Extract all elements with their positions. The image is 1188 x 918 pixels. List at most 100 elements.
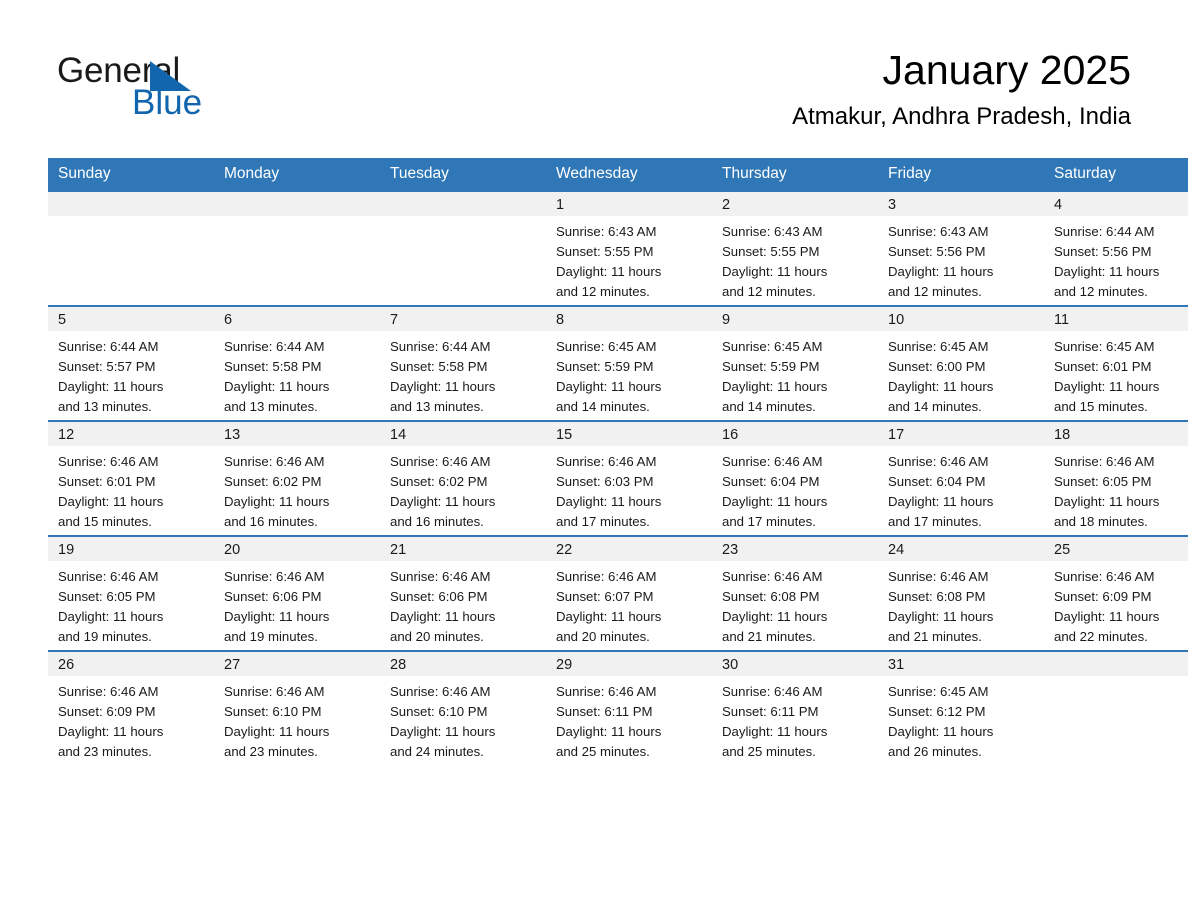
detail-line-daylight2: and 16 minutes. xyxy=(224,514,318,529)
day-number: 13 xyxy=(214,422,380,446)
detail-line-daylight1: Daylight: 11 hours xyxy=(556,379,662,394)
calendar-day-cell[interactable]: 15 Sunrise: 6:46 AM Sunset: 6:03 PM Dayligh… xyxy=(546,420,712,536)
column-header-tuesday: Tuesday xyxy=(380,158,546,192)
day-cell-details: Sunrise: 6:46 AM Sunset: 6:02 PM Daylight:… xyxy=(380,446,546,532)
detail-line-sunrise: Sunrise: 6:43 AM xyxy=(888,224,989,239)
calendar-day-cell[interactable]: 1 Sunrise: 6:43 AM Sunset: 5:55 PM Daylight… xyxy=(546,192,712,306)
day-cell-inner: 6 Sunrise: 6:44 AM Sunset: 5:58 PM Daylight… xyxy=(214,307,380,420)
day-number: 18 xyxy=(1044,422,1188,446)
calendar-day-cell[interactable]: 3 Sunrise: 6:43 AM Sunset: 5:56 PM Daylight… xyxy=(878,192,1044,306)
detail-line-daylight1: Daylight: 11 hours xyxy=(888,379,994,394)
calendar-day-cell[interactable]: 9 Sunrise: 6:45 AM Sunset: 5:59 PM Daylight… xyxy=(712,305,878,421)
calendar-day-cell-empty xyxy=(214,192,380,306)
calendar-day-cell[interactable]: 7 Sunrise: 6:44 AM Sunset: 5:58 PM Daylight… xyxy=(380,305,546,421)
detail-line-sunrise: Sunrise: 6:45 AM xyxy=(888,339,989,354)
detail-line-daylight2: and 15 minutes. xyxy=(1054,399,1148,414)
detail-line-daylight2: and 19 minutes. xyxy=(224,629,318,644)
detail-line-sunset: Sunset: 5:56 PM xyxy=(888,244,986,259)
detail-line-daylight2: and 12 minutes. xyxy=(888,284,982,299)
detail-line-sunrise: Sunrise: 6:46 AM xyxy=(58,569,159,584)
detail-line-daylight2: and 20 minutes. xyxy=(556,629,650,644)
calendar-day-cell[interactable]: 14 Sunrise: 6:46 AM Sunset: 6:02 PM Dayligh… xyxy=(380,420,546,536)
detail-line-daylight1: Daylight: 11 hours xyxy=(556,724,662,739)
calendar-day-cell[interactable]: 5 Sunrise: 6:44 AM Sunset: 5:57 PM Daylight… xyxy=(48,305,214,421)
calendar-day-cell[interactable]: 4 Sunrise: 6:44 AM Sunset: 5:56 PM Daylight… xyxy=(1044,192,1188,306)
detail-line-daylight1: Daylight: 11 hours xyxy=(224,609,330,624)
calendar-day-cell[interactable]: 2 Sunrise: 6:43 AM Sunset: 5:55 PM Daylight… xyxy=(712,192,878,306)
detail-line-sunrise: Sunrise: 6:46 AM xyxy=(224,454,325,469)
detail-line-sunrise: Sunrise: 6:46 AM xyxy=(224,569,325,584)
calendar-day-cell[interactable]: 12 Sunrise: 6:46 AM Sunset: 6:01 PM Dayligh… xyxy=(48,420,214,536)
day-cell-inner: 3 Sunrise: 6:43 AM Sunset: 5:56 PM Daylight… xyxy=(878,192,1044,305)
detail-line-sunset: Sunset: 6:00 PM xyxy=(888,359,986,374)
calendar-day-cell[interactable]: 25 Sunrise: 6:46 AM Sunset: 6:09 PM Dayligh… xyxy=(1044,535,1188,651)
calendar-day-cell[interactable]: 17 Sunrise: 6:46 AM Sunset: 6:04 PM Dayligh… xyxy=(878,420,1044,536)
calendar-day-cell[interactable]: 27 Sunrise: 6:46 AM Sunset: 6:10 PM Dayligh… xyxy=(214,650,380,765)
detail-line-daylight2: and 12 minutes. xyxy=(722,284,816,299)
calendar-week-row: 19 Sunrise: 6:46 AM Sunset: 6:05 PM Dayligh… xyxy=(48,535,1188,651)
detail-line-sunset: Sunset: 5:59 PM xyxy=(722,359,820,374)
calendar-day-cell[interactable]: 16 Sunrise: 6:46 AM Sunset: 6:04 PM Dayligh… xyxy=(712,420,878,536)
day-cell-inner: 25 Sunrise: 6:46 AM Sunset: 6:09 PM Dayligh… xyxy=(1044,537,1188,650)
day-cell-inner: 29 Sunrise: 6:46 AM Sunset: 6:11 PM Dayligh… xyxy=(546,652,712,765)
day-cell-details: Sunrise: 6:46 AM Sunset: 6:04 PM Daylight:… xyxy=(878,446,1044,532)
day-cell-inner: 10 Sunrise: 6:45 AM Sunset: 6:00 PM Dayligh… xyxy=(878,307,1044,420)
day-cell-details: Sunrise: 6:43 AM Sunset: 5:55 PM Daylight:… xyxy=(712,216,878,302)
detail-line-daylight1: Daylight: 11 hours xyxy=(390,724,496,739)
calendar-week-row: 5 Sunrise: 6:44 AM Sunset: 5:57 PM Daylight… xyxy=(48,305,1188,421)
detail-line-sunrise: Sunrise: 6:45 AM xyxy=(722,339,823,354)
calendar-day-cell[interactable]: 29 Sunrise: 6:46 AM Sunset: 6:11 PM Dayligh… xyxy=(546,650,712,765)
calendar-day-cell[interactable]: 11 Sunrise: 6:45 AM Sunset: 6:01 PM Dayligh… xyxy=(1044,305,1188,421)
calendar-day-cell[interactable]: 26 Sunrise: 6:46 AM Sunset: 6:09 PM Dayligh… xyxy=(48,650,214,765)
detail-line-sunrise: Sunrise: 6:46 AM xyxy=(888,569,989,584)
calendar-day-cell[interactable]: 13 Sunrise: 6:46 AM Sunset: 6:02 PM Dayligh… xyxy=(214,420,380,536)
column-header-friday: Friday xyxy=(878,158,1044,192)
day-number: 23 xyxy=(712,537,878,561)
calendar-day-cell[interactable]: 8 Sunrise: 6:45 AM Sunset: 5:59 PM Daylight… xyxy=(546,305,712,421)
detail-line-daylight2: and 16 minutes. xyxy=(390,514,484,529)
calendar-day-cell[interactable]: 22 Sunrise: 6:46 AM Sunset: 6:07 PM Dayligh… xyxy=(546,535,712,651)
calendar-day-cell[interactable]: 30 Sunrise: 6:46 AM Sunset: 6:11 PM Dayligh… xyxy=(712,650,878,765)
calendar-day-cell[interactable]: 28 Sunrise: 6:46 AM Sunset: 6:10 PM Dayligh… xyxy=(380,650,546,765)
calendar-day-cell[interactable]: 20 Sunrise: 6:46 AM Sunset: 6:06 PM Dayligh… xyxy=(214,535,380,651)
calendar-day-cell[interactable]: 31 Sunrise: 6:45 AM Sunset: 6:12 PM Dayligh… xyxy=(878,650,1044,765)
detail-line-daylight1: Daylight: 11 hours xyxy=(58,724,164,739)
day-cell-inner: 20 Sunrise: 6:46 AM Sunset: 6:06 PM Dayligh… xyxy=(214,537,380,650)
general-blue-logo[interactable]: General Blue xyxy=(57,52,317,130)
calendar-day-cell[interactable]: 10 Sunrise: 6:45 AM Sunset: 6:00 PM Dayligh… xyxy=(878,305,1044,421)
detail-line-daylight2: and 21 minutes. xyxy=(722,629,816,644)
calendar-day-cell[interactable]: 21 Sunrise: 6:46 AM Sunset: 6:06 PM Dayligh… xyxy=(380,535,546,651)
calendar-body: 1 Sunrise: 6:43 AM Sunset: 5:55 PM Daylight… xyxy=(48,192,1188,765)
detail-line-daylight1: Daylight: 11 hours xyxy=(888,264,994,279)
day-cell-inner: 27 Sunrise: 6:46 AM Sunset: 6:10 PM Dayligh… xyxy=(214,652,380,765)
detail-line-sunrise: Sunrise: 6:46 AM xyxy=(390,569,491,584)
detail-line-daylight1: Daylight: 11 hours xyxy=(722,379,828,394)
sunrise-sunset-calendar-table: Sunday Monday Tuesday Wednesday Thursday… xyxy=(48,158,1188,765)
calendar-day-cell[interactable]: 18 Sunrise: 6:46 AM Sunset: 6:05 PM Dayligh… xyxy=(1044,420,1188,536)
calendar-day-cell[interactable]: 23 Sunrise: 6:46 AM Sunset: 6:08 PM Dayligh… xyxy=(712,535,878,651)
detail-line-daylight2: and 19 minutes. xyxy=(58,629,152,644)
day-cell-inner xyxy=(380,192,546,305)
detail-line-daylight2: and 23 minutes. xyxy=(58,744,152,759)
calendar-day-cell-empty xyxy=(380,192,546,306)
detail-line-sunset: Sunset: 6:02 PM xyxy=(224,474,322,489)
day-cell-details: Sunrise: 6:45 AM Sunset: 6:01 PM Daylight:… xyxy=(1044,331,1188,417)
day-cell-details: Sunrise: 6:46 AM Sunset: 6:06 PM Daylight:… xyxy=(380,561,546,647)
day-cell-details: Sunrise: 6:46 AM Sunset: 6:02 PM Daylight:… xyxy=(214,446,380,532)
calendar-day-cell[interactable]: 19 Sunrise: 6:46 AM Sunset: 6:05 PM Dayligh… xyxy=(48,535,214,651)
calendar-day-cell[interactable]: 6 Sunrise: 6:44 AM Sunset: 5:58 PM Daylight… xyxy=(214,305,380,421)
calendar-week-row: 12 Sunrise: 6:46 AM Sunset: 6:01 PM Dayligh… xyxy=(48,420,1188,536)
day-cell-details: Sunrise: 6:45 AM Sunset: 6:12 PM Daylight:… xyxy=(878,676,1044,762)
detail-line-sunset: Sunset: 6:05 PM xyxy=(58,589,156,604)
day-cell-inner: 2 Sunrise: 6:43 AM Sunset: 5:55 PM Daylight… xyxy=(712,192,878,305)
detail-line-daylight2: and 13 minutes. xyxy=(390,399,484,414)
calendar-day-cell[interactable]: 24 Sunrise: 6:46 AM Sunset: 6:08 PM Dayligh… xyxy=(878,535,1044,651)
day-number: 19 xyxy=(48,537,214,561)
detail-line-sunrise: Sunrise: 6:44 AM xyxy=(390,339,491,354)
detail-line-sunrise: Sunrise: 6:46 AM xyxy=(722,454,823,469)
day-cell-details: Sunrise: 6:46 AM Sunset: 6:08 PM Daylight:… xyxy=(878,561,1044,647)
day-number: 22 xyxy=(546,537,712,561)
detail-line-sunrise: Sunrise: 6:46 AM xyxy=(390,684,491,699)
day-cell-details: Sunrise: 6:45 AM Sunset: 5:59 PM Daylight:… xyxy=(546,331,712,417)
detail-line-sunset: Sunset: 6:10 PM xyxy=(224,704,322,719)
